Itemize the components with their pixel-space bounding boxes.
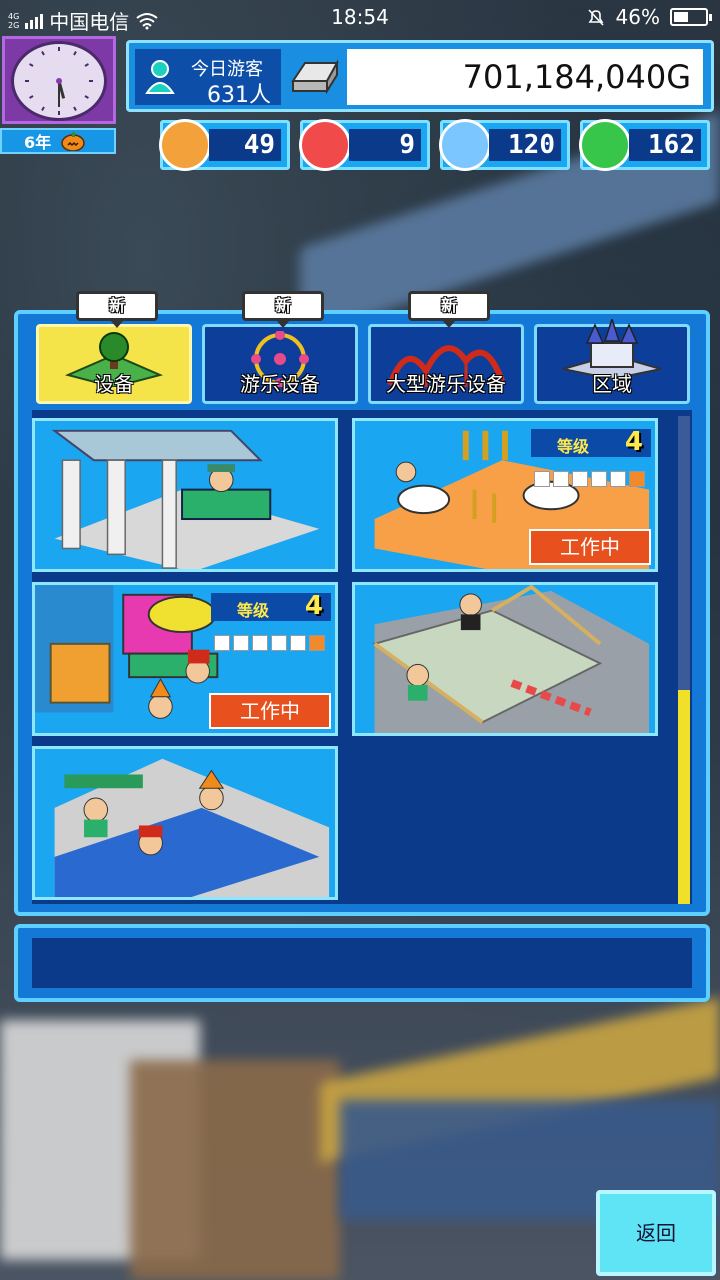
message-text-area	[32, 938, 692, 988]
tab-label: 区域	[592, 372, 632, 396]
resource-value: 162	[629, 129, 701, 161]
facility-card-pool-area[interactable]	[32, 746, 338, 900]
year-indicator: 6年	[0, 128, 116, 154]
year-label: 6年	[24, 133, 52, 152]
working-status-badge: 工作中	[209, 693, 331, 729]
tab-attractions[interactable]: 新 游乐设备	[202, 291, 358, 404]
level-progress-pips	[214, 635, 325, 651]
park-info-bar: 今日游客 631人 701,184,040G	[126, 40, 714, 112]
mute-bell-icon	[587, 9, 604, 26]
facility-grid: 等级 4 工作中 等级 4 工作中	[32, 410, 678, 904]
pool-area-illustration	[54, 758, 330, 897]
level-value: 4	[304, 591, 323, 621]
visitors-value: 631人	[207, 83, 271, 108]
level-indicator: 等级 4	[211, 591, 331, 621]
tab-label: 大型游乐设备	[386, 372, 506, 396]
resource-happy[interactable]: 49	[159, 119, 290, 171]
battery-percent: 46%	[615, 5, 660, 29]
resource-water[interactable]: 120	[439, 119, 570, 171]
facility-card-shop-plaza[interactable]: 等级 4 工作中	[32, 582, 338, 736]
facility-card-stairs-bridge[interactable]	[352, 582, 658, 736]
fire-icon	[299, 119, 351, 171]
scroll-thumb[interactable]	[678, 690, 690, 904]
working-status-badge: 工作中	[529, 529, 651, 565]
resource-leaf[interactable]: 162	[579, 119, 710, 171]
resource-value: 49	[209, 129, 281, 161]
level-label: 等级	[557, 437, 590, 456]
tab-facilities[interactable]: 新 设备	[36, 291, 192, 404]
build-menu-panel: 新 设备 新 游乐设备 新 大型游乐设备 区域 等级 4 工作中 等级 4 工作…	[14, 291, 710, 916]
resource-value: 9	[349, 129, 421, 161]
clock-face	[11, 41, 107, 121]
resource-row: 49 9 120 162	[159, 119, 710, 171]
new-badge: 新	[76, 291, 158, 328]
resource-value: 120	[489, 129, 561, 161]
resource-fire[interactable]: 9	[299, 119, 430, 171]
pumpkin-icon	[61, 132, 85, 151]
level-progress-pips	[534, 471, 645, 487]
new-badge: 新	[408, 291, 490, 328]
visitors-panel[interactable]: 今日游客 631人	[135, 49, 281, 108]
message-bar	[14, 924, 710, 1002]
tab-label: 游乐设备	[240, 372, 320, 396]
level-indicator: 等级 4	[531, 427, 651, 457]
scrollbar[interactable]	[676, 410, 692, 904]
visitor-icon	[145, 60, 175, 94]
status-bar: 4G 2G 中国电信 18:54 46%	[0, 0, 720, 36]
tab-label: 设备	[94, 372, 134, 396]
level-label: 等级	[237, 601, 270, 620]
orange-face-icon	[159, 119, 211, 171]
game-clock[interactable]	[2, 36, 116, 124]
new-badge: 新	[242, 291, 324, 328]
background-building	[130, 1060, 340, 1280]
tab-large-attractions[interactable]: 新 大型游乐设备	[368, 291, 524, 404]
level-value: 4	[624, 427, 643, 457]
tab-areas[interactable]: 区域	[534, 319, 690, 404]
battery-icon	[670, 8, 712, 26]
silver-bar-icon	[291, 59, 339, 95]
money-display: 701,184,040G	[347, 49, 703, 105]
facility-card-ticket-booth[interactable]	[32, 418, 338, 572]
water-drop-icon	[439, 119, 491, 171]
ticket-booth-illustration	[51, 429, 320, 569]
green-leaf-icon	[579, 119, 631, 171]
stairs-bridge-illustration	[372, 585, 650, 733]
back-button[interactable]: 返回	[596, 1190, 716, 1276]
facility-card-pony-ride[interactable]: 等级 4 工作中	[352, 418, 658, 572]
